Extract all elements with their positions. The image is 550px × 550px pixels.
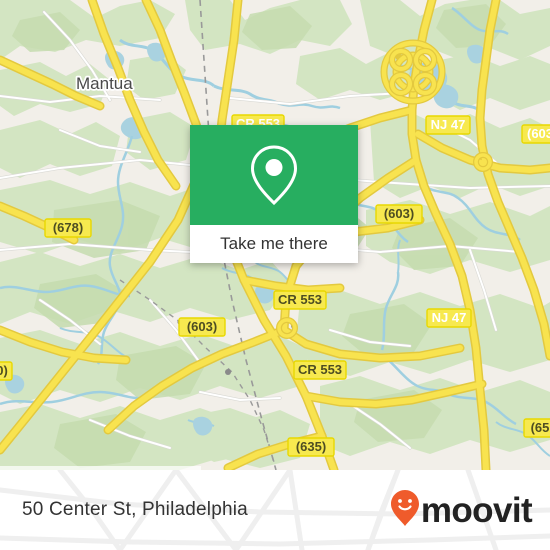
moovit-logo[interactable]: moovit	[390, 470, 533, 550]
road-shield-label: (65	[531, 420, 550, 435]
road-shield-label: (678)	[53, 220, 83, 235]
road-shield: (603)	[178, 317, 226, 337]
road-shield-label: 0)	[0, 363, 8, 378]
road-shield: NJ 47	[426, 308, 472, 328]
bottom-info-bar: 50 Center St, Philadelphia moovit	[0, 470, 550, 550]
road-shield-label: (603)	[384, 206, 414, 221]
take-me-there-button[interactable]: Take me there	[190, 225, 358, 263]
moovit-smiley-pin-icon	[390, 489, 420, 532]
road-shield-label: CR 553	[278, 292, 322, 307]
location-pin-icon	[247, 144, 301, 206]
take-me-there-label: Take me there	[220, 234, 328, 253]
road-shield-label: (603	[527, 126, 550, 141]
road-shield-label: (603)	[187, 319, 217, 334]
road-shield-label: NJ 47	[432, 310, 467, 325]
address-label: 50 Center St, Philadelphia	[22, 470, 248, 550]
road-shield: NJ 47	[425, 115, 471, 135]
place-label-mantua: Mantua	[76, 74, 133, 93]
road-shield: (65	[523, 418, 550, 438]
road-shield: (678)	[44, 218, 92, 238]
map-popup-card[interactable]: Take me there	[190, 125, 358, 263]
road-shield: (603)	[375, 204, 423, 224]
road-shield-label: CR 553	[298, 362, 342, 377]
road-shield: (603	[521, 124, 550, 144]
moovit-map-screen: Mantua CR 553 NJ 47 (603 (678) (603) CR …	[0, 0, 550, 550]
road-shield: CR 553	[273, 290, 327, 310]
address-text: 50 Center St, Philadelphia	[22, 499, 248, 520]
moovit-wordmark: moovit	[420, 490, 533, 530]
road-shield: CR 553	[293, 360, 347, 380]
popup-icon-area	[190, 125, 358, 225]
road-shield-label: NJ 47	[431, 117, 466, 132]
road-shield: 0)	[0, 361, 13, 381]
road-shield: (635)	[287, 437, 335, 457]
road-shield-label: (635)	[296, 439, 326, 454]
